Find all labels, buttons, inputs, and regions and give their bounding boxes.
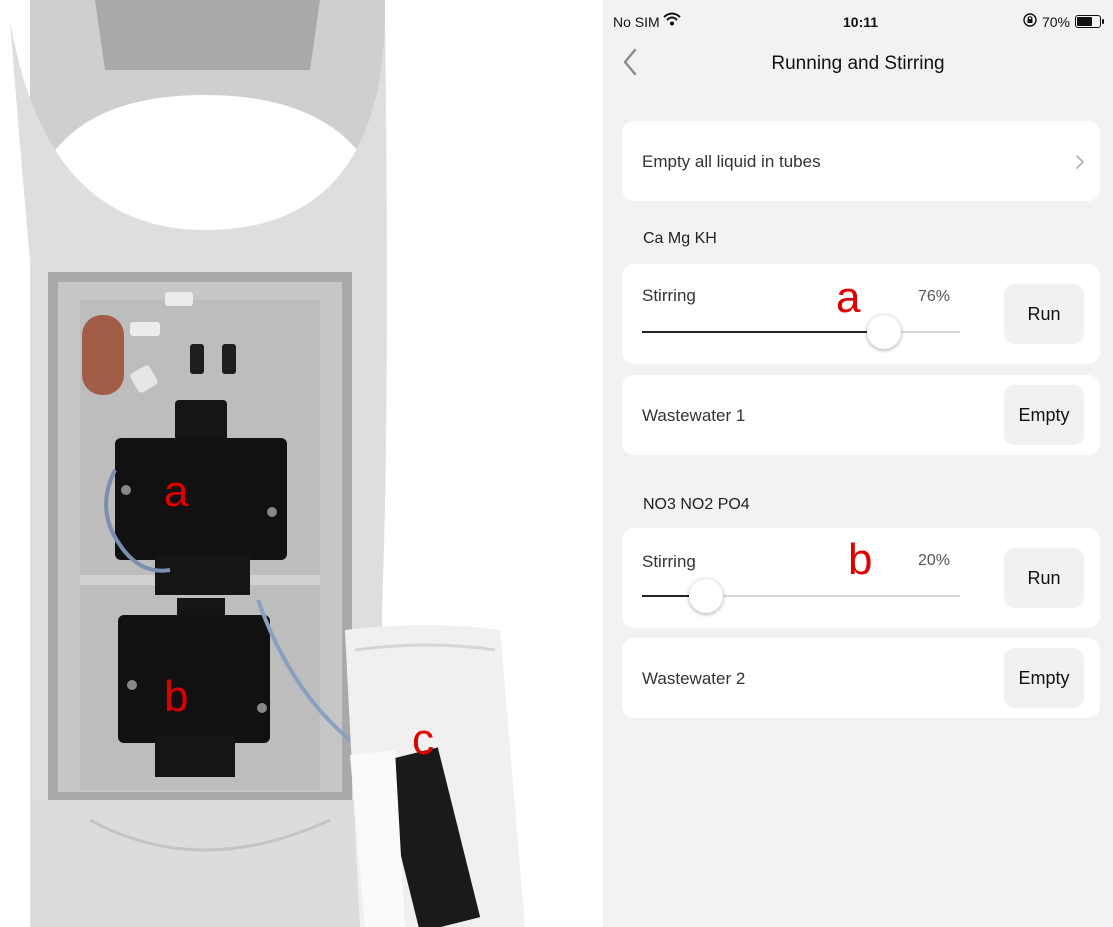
phone-screen: No SIM 10:11 70% Running and Stirring Em… [603,0,1113,927]
run-button-2[interactable]: Run [1004,548,1084,608]
annotation-a: a [836,273,861,322]
stirring-label-1: Stirring [642,286,696,305]
clock: 10:11 [843,14,879,30]
empty-all-label: Empty all liquid in tubes [642,152,821,171]
run-button-1[interactable]: Run [1004,284,1084,344]
chevron-right-icon [1076,155,1084,169]
wastewater-label-2: Wastewater 2 [642,669,746,688]
stirring-slider-thumb-1[interactable] [867,315,901,349]
battery-percent: 70% [1041,13,1070,30]
stirring-slider-thumb-2[interactable] [689,579,723,613]
stirring-slider-1[interactable] [642,315,960,349]
wifi-icon [663,12,681,29]
photo-label-a: a [164,467,189,516]
wastewater-label-1: Wastewater 1 [642,406,746,425]
annotation-b: b [848,535,873,584]
battery-level [1077,17,1092,26]
status-bar: No SIM 10:11 70% [603,0,1113,40]
battery-icon [1075,15,1104,28]
status-right: 70% [1023,13,1104,30]
stirring-slider-fill-1 [642,331,884,333]
empty-button-1[interactable]: Empty [1004,385,1084,445]
photo-label-c: c [412,715,434,764]
device-photo: a b c [0,0,545,927]
stirring-card-2: Stirring 20% Run b [622,528,1100,628]
group-title-ca-mg-kh: Ca Mg KH [643,230,717,247]
page-title: Running and Stirring [771,53,945,74]
stirring-label-2: Stirring [642,552,696,571]
stirring-slider-2[interactable] [642,579,960,613]
wastewater-card-2: Wastewater 2 Empty [622,638,1100,718]
stirring-value-2: 20% [918,552,951,569]
stirring-value-1: 76% [918,288,951,305]
empty-button-2[interactable]: Empty [1004,648,1084,708]
nav-bar: Running and Stirring [603,40,1113,84]
orientation-lock-icon [1023,13,1037,30]
photo-label-b: b [164,672,189,721]
empty-all-row[interactable]: Empty all liquid in tubes [622,121,1100,201]
group-title-no3-no2-po4: NO3 NO2 PO4 [643,496,750,513]
wastewater-card-1: Wastewater 1 Empty [622,375,1100,455]
carrier-label: No SIM [613,14,660,30]
device-photo-illustration [10,0,525,927]
stirring-card-1: Stirring 76% Run a [622,264,1100,364]
